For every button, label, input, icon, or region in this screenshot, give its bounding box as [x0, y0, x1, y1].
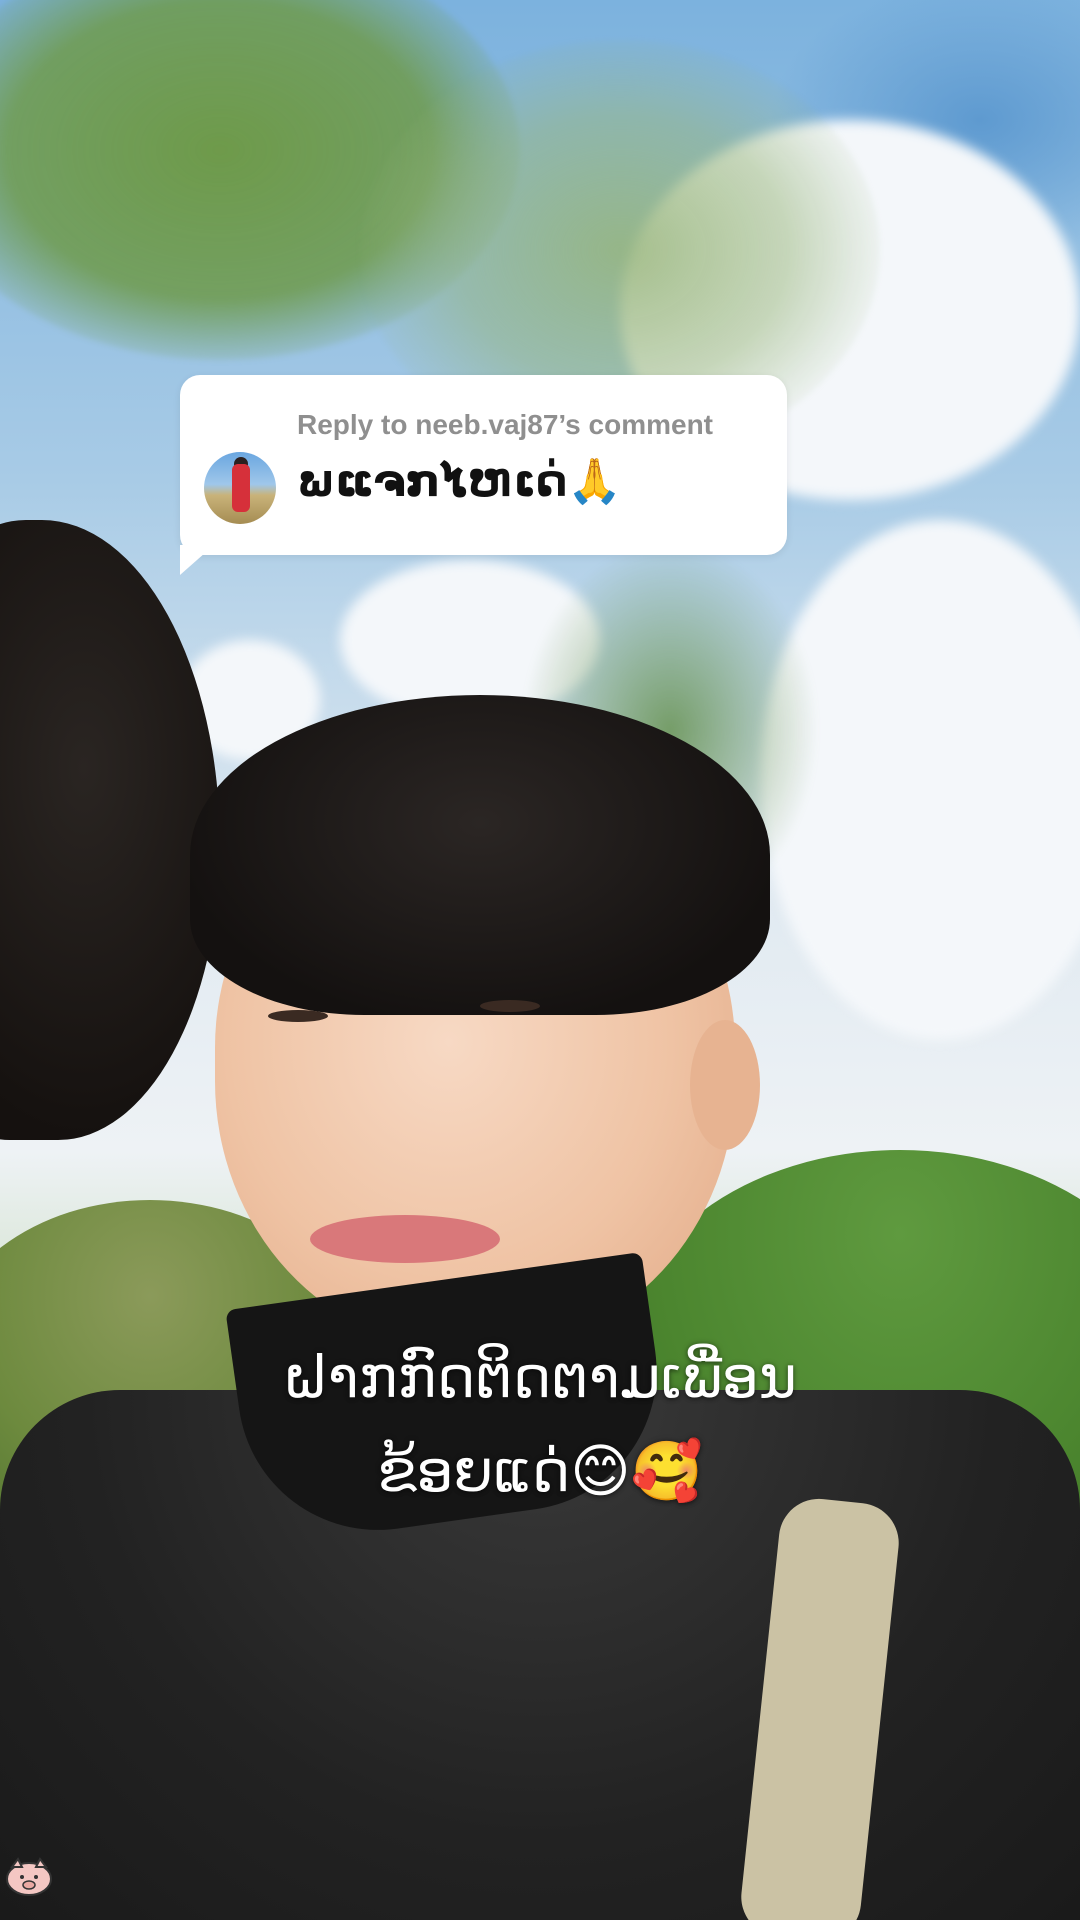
left-eye: [268, 1010, 328, 1022]
caption-line: ຂ້ອຍແດ່😊🥰: [377, 1437, 703, 1505]
ear: [690, 1020, 760, 1150]
bubble-tail: [180, 545, 214, 575]
right-eye: [480, 1000, 540, 1012]
video-caption: ຝາກກົດຕິດຕາມເພື່ອນ ຂ້ອຍແດ່😊🥰: [0, 1330, 1080, 1518]
avatar-figure: [232, 464, 250, 512]
video-frame[interactable]: [0, 0, 1080, 1920]
reply-comment-bubble[interactable]: Reply to neeb.vaj87’s comment ພແຈກໄຫເດ່🙏: [180, 375, 787, 555]
commenter-avatar[interactable]: [204, 452, 276, 524]
reply-header: Reply to neeb.vaj87’s comment: [297, 409, 713, 440]
hair: [190, 695, 770, 1015]
reply-comment-text: ພແຈກໄຫເດ່🙏: [297, 456, 623, 507]
pig-sticker-icon: [4, 1855, 54, 1897]
friend-hair: [0, 520, 220, 1140]
lips: [310, 1215, 500, 1263]
caption-line: ຝາກກົດຕິດຕາມເພື່ອນ: [282, 1343, 797, 1411]
